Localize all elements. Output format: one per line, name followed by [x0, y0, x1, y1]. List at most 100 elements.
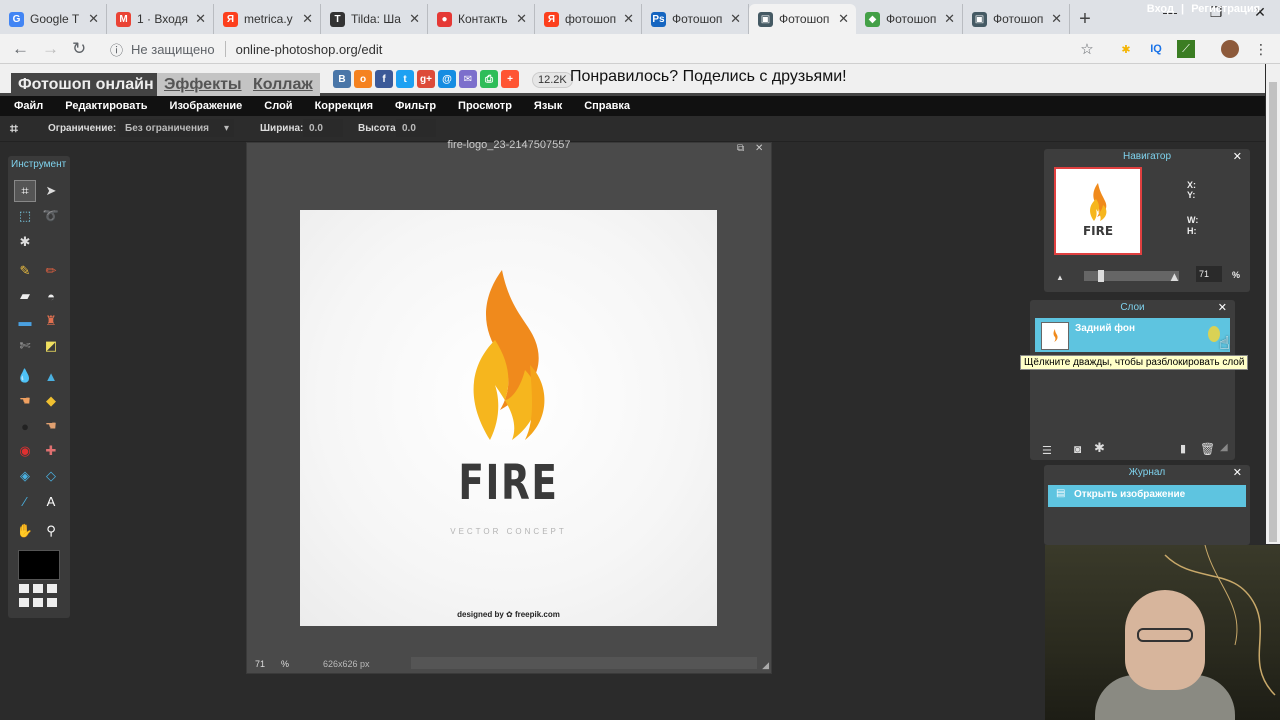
color-swatch[interactable] [18, 550, 60, 580]
share-button-icon[interactable]: @ [438, 70, 456, 88]
zoom-slider-knob[interactable] [1098, 270, 1104, 282]
reload-icon[interactable]: ↻ [72, 39, 86, 59]
eyedropper-icon[interactable]: ⁄ [14, 490, 36, 512]
resize-handle-icon[interactable]: ◢ [762, 660, 769, 671]
url-text[interactable]: online-photoshop.org/edit [236, 42, 383, 57]
horizontal-scrollbar[interactable] [411, 657, 757, 669]
close-icon[interactable]: ✕ [1218, 301, 1227, 314]
history-item[interactable]: ▤ Открыть изображение [1048, 485, 1246, 507]
smudge-icon[interactable]: ☚ [14, 390, 36, 412]
menu-kebab-icon[interactable]: ⋮ [1252, 40, 1270, 58]
bookmark-star-icon[interactable]: ☆ [1078, 40, 1096, 58]
close-icon[interactable]: ✕ [1233, 150, 1242, 163]
blur-icon[interactable]: 💧 [14, 365, 36, 387]
move-icon[interactable]: ➤ [40, 180, 62, 202]
share-button-icon[interactable]: f [375, 70, 393, 88]
brush-icon[interactable]: ✏ [40, 260, 62, 282]
trash-icon[interactable]: 🗑 [1200, 442, 1215, 456]
resize-handle-icon[interactable]: ◢ [1220, 442, 1228, 453]
bloat-icon[interactable]: ◈ [14, 465, 36, 487]
mask-icon[interactable]: ◙ [1074, 442, 1081, 456]
tab-close-icon[interactable]: ✕ [302, 11, 313, 27]
sharpen-icon[interactable]: ▲ [40, 365, 62, 387]
close-icon[interactable]: ✕ [1233, 466, 1242, 479]
height-input[interactable]: 0.0 [396, 119, 436, 137]
browser-tab[interactable]: M 1 · Входя ✕ [107, 4, 214, 34]
back-icon[interactable]: ← [12, 39, 29, 59]
page-scrollbar[interactable] [1266, 64, 1280, 544]
marquee-icon[interactable]: ⬚ [14, 205, 36, 227]
share-button-icon[interactable]: t [396, 70, 414, 88]
browser-tab[interactable]: ▣ Фотошоп ✕ [749, 4, 856, 34]
browser-tab[interactable]: ▣ Фотошоп ✕ [963, 4, 1070, 34]
tab-collage[interactable]: Коллаж [246, 73, 320, 96]
browser-tab[interactable]: ● Контакть ✕ [428, 4, 535, 34]
tab-close-icon[interactable]: ✕ [623, 11, 634, 27]
bucket-icon[interactable]: ◓ [40, 285, 62, 307]
chart-extension-icon[interactable]: ⟋ [1177, 40, 1195, 58]
maximize-doc-icon[interactable]: ⧉ [737, 143, 744, 154]
share-button-icon[interactable]: ⎙ [480, 70, 498, 88]
zoom-value[interactable]: 71 [255, 659, 265, 669]
zoom-in-icon[interactable]: ▲ [1168, 269, 1181, 284]
width-input[interactable]: 0.0 [303, 119, 343, 137]
menu-item[interactable]: Слой [264, 100, 292, 112]
new-layer-icon[interactable]: ▮ [1180, 442, 1186, 455]
patch-icon[interactable]: ◩ [40, 335, 62, 357]
browser-tab[interactable]: ◆ Фотошоп ✕ [856, 4, 963, 34]
tab-photoshop-online[interactable]: Фотошоп онлайн [11, 73, 161, 96]
nav-zoom-input[interactable]: 71 [1196, 266, 1222, 282]
close-doc-icon[interactable]: ✕ [755, 143, 763, 154]
menu-item[interactable]: Редактировать [65, 100, 147, 112]
sponge-icon[interactable]: ◆ [40, 390, 62, 412]
browser-tab[interactable]: Яmetrica.y ✕ [214, 4, 321, 34]
burn-icon[interactable]: ● [14, 415, 36, 437]
menu-item[interactable]: Фильтр [395, 100, 436, 112]
zoom-slider[interactable] [1084, 270, 1179, 282]
menu-item[interactable]: Язык [534, 100, 562, 112]
tab-close-icon[interactable]: ✕ [88, 11, 99, 27]
dodge-icon[interactable]: ☚ [40, 415, 62, 437]
menu-item[interactable]: Изображение [170, 100, 243, 112]
constraint-select[interactable]: Без ограничения ▾ [119, 119, 234, 137]
browser-tab[interactable]: Ps Фотошоп ✕ [642, 4, 749, 34]
tab-close-icon[interactable]: ✕ [516, 11, 527, 27]
info-icon[interactable]: ⓘ [110, 40, 123, 59]
forward-icon[interactable]: → [42, 39, 59, 59]
hand-icon[interactable]: ✋ [14, 520, 36, 542]
eraser-icon[interactable]: ▰ [14, 285, 36, 307]
menu-item[interactable]: Коррекция [315, 100, 373, 112]
link-layers-icon[interactable]: ☰ [1042, 444, 1052, 457]
tab-close-icon[interactable]: ✕ [195, 11, 206, 27]
zoom-icon[interactable]: ⚲ [40, 520, 62, 542]
crop-icon[interactable]: ⌗ [14, 180, 36, 202]
view-mode-grid[interactable] [19, 584, 61, 608]
lasso-icon[interactable]: ➰ [40, 205, 62, 227]
gradient-icon[interactable]: ▬ [14, 310, 36, 332]
canvas-area[interactable]: FIRE VECTOR CONCEPT designed by ✿ freepi… [253, 155, 753, 655]
text-icon[interactable]: A [40, 490, 62, 512]
login-link[interactable]: Вход [1147, 3, 1174, 15]
new-tab-button[interactable]: + [1070, 4, 1100, 34]
iq-extension-icon[interactable]: IQ [1147, 40, 1165, 58]
tab-close-icon[interactable]: ✕ [944, 11, 955, 27]
share-button-icon[interactable]: ✉ [459, 70, 477, 88]
tab-close-icon[interactable]: ✕ [409, 11, 420, 27]
browser-tab[interactable]: Яфотошоп ✕ [535, 4, 642, 34]
zoom-out-icon[interactable]: ▲ [1056, 273, 1064, 282]
share-button-icon[interactable]: g+ [417, 70, 435, 88]
profile-avatar[interactable] [1221, 40, 1239, 58]
scrollbar-thumb[interactable] [1269, 82, 1277, 542]
tab-effects[interactable]: Эффекты [157, 73, 249, 96]
stamp-icon[interactable]: ♜ [40, 310, 62, 332]
heal-icon[interactable]: ✚ [40, 440, 62, 462]
tab-close-icon[interactable]: ✕ [838, 11, 849, 27]
register-link[interactable]: Регистрация [1191, 3, 1260, 15]
extension-icon[interactable]: ✱ [1117, 40, 1135, 58]
browser-tab[interactable]: T Tilda: Ша ✕ [321, 4, 428, 34]
menu-item[interactable]: Просмотр [458, 100, 512, 112]
menu-item[interactable]: Файл [14, 100, 43, 112]
redeye-icon[interactable]: ◉ [14, 440, 36, 462]
browser-tab[interactable]: G Google T ✕ [0, 4, 107, 34]
share-button-icon[interactable]: + [501, 70, 519, 88]
